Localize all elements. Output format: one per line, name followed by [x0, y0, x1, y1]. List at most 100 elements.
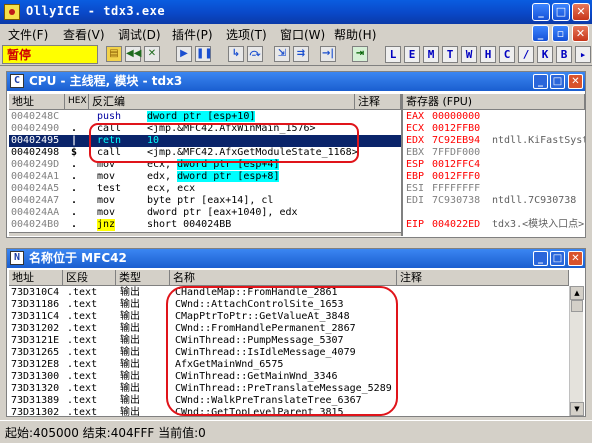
cpu-minimize-button[interactable]: _	[533, 74, 548, 89]
scroll-up-icon[interactable]: ▲	[570, 286, 584, 300]
disasm-mnemonic: mov	[97, 171, 116, 182]
disasm-mark: .	[71, 171, 78, 182]
step-over-icon[interactable]: ⤼	[247, 46, 263, 62]
scroll-thumb[interactable]	[571, 300, 583, 312]
disasm-row[interactable]: 004024A7. mov byte ptr [eax+14], cl	[9, 195, 401, 207]
execute-till-return-icon[interactable]: →|	[320, 46, 336, 62]
threads-button[interactable]: T	[442, 46, 458, 63]
names-col-name-header[interactable]: 名称	[170, 270, 397, 286]
minimize-button[interactable]: _	[532, 3, 550, 21]
names-type: 输出	[120, 407, 140, 416]
names-col-address-header[interactable]: 地址	[9, 270, 63, 286]
register-row[interactable]: ESP 0012FFC4	[406, 159, 585, 171]
names-col-section-header[interactable]: 区段	[63, 270, 116, 286]
menu-options[interactable]: 选项(T)	[226, 26, 267, 43]
register-row[interactable]: EAX 00000000	[406, 111, 585, 123]
col-hex-header[interactable]: HEX	[65, 94, 89, 110]
menu-window[interactable]: 窗口(W)	[280, 26, 325, 43]
registers-header[interactable]: 寄存器 (FPU)	[403, 94, 585, 110]
executables-button[interactable]: E	[404, 46, 420, 63]
patches-button[interactable]: /	[518, 46, 534, 63]
names-address: 73D31320	[11, 383, 60, 394]
disasm-row[interactable]: 004024A1. mov edx, dword ptr [esp+8]	[9, 171, 401, 183]
registers-splitter[interactable]	[401, 94, 403, 236]
windows-button[interactable]: W	[461, 46, 477, 63]
names-type: 输出	[120, 335, 140, 346]
names-close-button[interactable]: ✕	[568, 251, 583, 266]
register-row[interactable]: ESI FFFFFFFF	[406, 183, 585, 195]
col-address-header[interactable]: 地址	[9, 94, 65, 110]
names-minimize-button[interactable]: _	[533, 251, 548, 266]
names-scrollbar[interactable]: ▲ ▼	[569, 286, 584, 416]
disasm-row[interactable]: 004024AA. mov dword ptr [eax+1040], edx	[9, 207, 401, 219]
register-row[interactable]: EBX 7FFDF000	[406, 147, 585, 159]
cpu-maximize-button[interactable]: □	[550, 74, 565, 89]
register-row[interactable]: EDI 7C930738 ntdll.7C930738	[406, 195, 585, 207]
breakpoints-button[interactable]: B	[556, 46, 572, 63]
register-value: 00000000	[432, 111, 481, 122]
register-row[interactable]: ECX 0012FFB0	[406, 123, 585, 135]
open-icon[interactable]: ▤	[106, 46, 122, 62]
disasm-row[interactable]: 004024B0. jnz short 004024BB	[9, 219, 401, 231]
disasm-address: 00402495	[11, 135, 60, 146]
col-comment-header[interactable]: 注释	[355, 94, 401, 110]
disassembly-pane[interactable]: 0040248C push dword ptr [esp+10] 00402490. c…	[9, 110, 401, 234]
scroll-down-icon[interactable]: ▼	[570, 402, 584, 416]
names-window-titlebar: N 名称位于 MFC42 _ □ ✕	[7, 249, 585, 268]
disasm-row[interactable]: 004024A5. test ecx, ecx	[9, 183, 401, 195]
names-address: 73D31300	[11, 371, 60, 382]
names-type: 输出	[120, 359, 140, 370]
menu-help[interactable]: 帮助(H)	[334, 26, 376, 43]
child-close-button[interactable]: ✕	[572, 25, 589, 42]
menu-debug[interactable]: 调试(D)	[118, 26, 161, 43]
goto-address-icon[interactable]: ⇥	[352, 46, 368, 62]
names-col-type-header[interactable]: 类型	[116, 270, 170, 286]
register-row[interactable]	[406, 207, 585, 219]
registers-pane[interactable]: EAX 00000000 ECX 0012FFB0 EDX 7C92EB94 ntdll.K…	[404, 110, 585, 234]
col-disasm-header[interactable]: 反汇编	[89, 94, 355, 110]
register-row[interactable]: EDX 7C92EB94 ntdll.KiFastSystemCallRet	[406, 135, 585, 147]
register-name: ESP	[406, 159, 425, 170]
disasm-operand: dword ptr [eax+1040], edx	[147, 207, 298, 218]
run-icon[interactable]: ▶	[176, 46, 192, 62]
names-address: 73D31186	[11, 299, 60, 310]
trace-into-icon[interactable]: ⇲	[274, 46, 290, 62]
pane-splitter[interactable]	[9, 232, 401, 236]
disasm-address: 004024A7	[11, 195, 60, 206]
disasm-row[interactable]: 0040248C push dword ptr [esp+10]	[9, 111, 401, 123]
names-section: .text	[67, 335, 98, 346]
cpu-close-button[interactable]: ✕	[568, 74, 583, 89]
handles-button[interactable]: H	[480, 46, 496, 63]
call-stack-button[interactable]: K	[537, 46, 553, 63]
names-col-comment-header[interactable]: 注释	[397, 270, 569, 286]
names-window-icon: N	[10, 251, 24, 265]
log-window-button[interactable]: L	[385, 46, 401, 63]
menu-file[interactable]: 文件(F)	[8, 26, 48, 43]
step-into-icon[interactable]: ↳	[228, 46, 244, 62]
names-type: 输出	[120, 347, 140, 358]
disasm-mnemonic: test	[97, 183, 122, 194]
cpu-button[interactable]: C	[499, 46, 515, 63]
names-list[interactable]: 73D310C4 .text 输出 CHandleMap::FromHandle_28…	[9, 286, 569, 416]
child-minimize-button[interactable]: _	[532, 25, 549, 42]
menu-view[interactable]: 查看(V)	[63, 26, 105, 43]
names-type: 输出	[120, 371, 140, 382]
child-restore-button[interactable]: ▫	[552, 25, 569, 42]
cpu-window-icon: C	[10, 74, 24, 88]
more-button[interactable]: ▸	[575, 46, 591, 63]
disasm-operand: dword ptr [esp+10]	[147, 111, 256, 122]
pause-icon[interactable]: ❚❚	[195, 46, 213, 62]
restart-icon[interactable]: ◀◀	[125, 46, 141, 62]
trace-over-icon[interactable]: ⇉	[293, 46, 309, 62]
names-maximize-button[interactable]: □	[550, 251, 565, 266]
register-name: EDX	[406, 135, 425, 146]
names-section: .text	[67, 407, 98, 416]
menu-plugins[interactable]: 插件(P)	[172, 26, 213, 43]
close-button[interactable]: ✕	[572, 3, 590, 21]
disasm-operand: byte ptr [eax+14], cl	[147, 195, 274, 206]
maximize-button[interactable]: □	[552, 3, 570, 21]
register-row[interactable]: EBP 0012FFF0	[406, 171, 585, 183]
close-program-icon[interactable]: ✕	[144, 46, 160, 62]
memory-map-button[interactable]: M	[423, 46, 439, 63]
register-row[interactable]: EIP 004022ED tdx3.<模块入口点>	[406, 219, 585, 231]
